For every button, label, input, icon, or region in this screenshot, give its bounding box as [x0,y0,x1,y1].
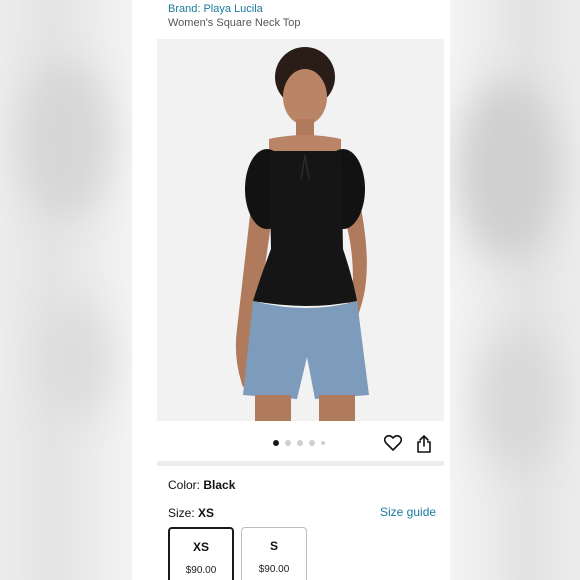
color-label: Color: [168,478,201,492]
pagination-dot[interactable] [309,440,315,446]
favorite-button[interactable] [383,433,403,453]
color-value: Black [203,478,236,492]
pagination-dot[interactable] [321,441,325,445]
model-illustration [157,39,444,421]
size-option-price: $90.00 [185,565,217,576]
heart-icon [384,435,402,451]
product-image[interactable] [157,39,444,421]
blurred-backdrop-left [0,0,132,580]
blurred-backdrop-right [448,0,580,580]
product-page: Brand: Playa Lucila Women's Square Neck … [132,0,450,580]
size-option-label: S [269,539,278,553]
size-option-xs[interactable]: XS $90.00 [168,527,234,580]
pagination-dot[interactable] [297,440,303,446]
size-option-price: $90.00 [258,564,290,575]
image-pagination[interactable] [273,440,325,446]
section-divider [157,461,444,466]
size-selection: Size: XS [168,506,214,520]
size-option-s[interactable]: S $90.00 [241,527,307,580]
share-button[interactable] [414,434,434,454]
size-label: Size: [168,506,195,520]
size-value: XS [198,506,215,520]
color-selection: Color: Black [168,478,235,492]
brand-link[interactable]: Brand: Playa Lucila [168,3,263,15]
size-option-label: XS [192,540,209,554]
share-icon [417,435,431,453]
product-title: Women's Square Neck Top [168,17,301,29]
pagination-dot[interactable] [273,440,279,446]
size-guide-link[interactable]: Size guide [380,505,436,519]
pagination-dot[interactable] [285,440,291,446]
